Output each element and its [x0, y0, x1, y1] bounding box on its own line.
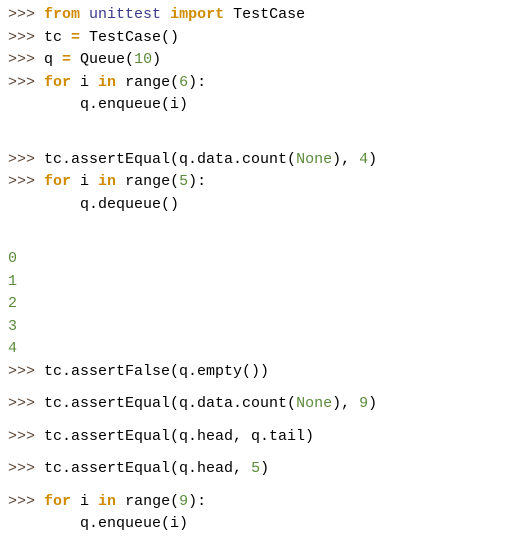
number: 4	[359, 151, 368, 168]
var: i	[71, 493, 98, 510]
repl-prompt: >>>	[8, 493, 44, 510]
repl-prompt: >>>	[8, 395, 44, 412]
code-line-2: >>> tc = TestCase()	[8, 27, 510, 50]
expr: ),	[332, 395, 359, 412]
output-line: 2	[8, 293, 510, 316]
blank-line	[8, 216, 510, 238]
repl-prompt: >>>	[8, 460, 44, 477]
kw-for: for	[44, 74, 71, 91]
number: 6	[179, 74, 188, 91]
expr-lhs: tc	[44, 29, 71, 46]
kw-import: import	[170, 6, 224, 23]
repl-prompt: >>>	[8, 6, 44, 23]
number: 5	[179, 173, 188, 190]
kw-for: for	[44, 173, 71, 190]
close: ):	[188, 173, 206, 190]
repl-prompt: >>>	[8, 74, 44, 91]
expr: ),	[332, 151, 359, 168]
code-line-6: >>> tc.assertEqual(q.data.count(None), 4…	[8, 149, 510, 172]
code-line-11: >>> tc.assertEqual(q.head, q.tail)	[8, 426, 510, 449]
code-line-4: >>> for i in range(6):	[8, 72, 510, 95]
expr: tc.assertEqual(q.data.count(	[44, 395, 296, 412]
code-line-1: >>> from unittest import TestCase	[8, 4, 510, 27]
close: )	[368, 151, 377, 168]
body: q.enqueue(i)	[80, 96, 188, 113]
blank-line	[8, 416, 510, 426]
kw-in: in	[98, 74, 116, 91]
op-assign: =	[71, 29, 80, 46]
code-line-8: q.dequeue()	[8, 194, 510, 217]
space	[224, 6, 233, 23]
expr: tc.assertFalse(q.empty())	[44, 363, 269, 380]
blank-line	[8, 139, 510, 149]
fn-call: range(	[116, 173, 179, 190]
class-name: TestCase	[233, 6, 305, 23]
none-literal: None	[296, 151, 332, 168]
number: 9	[359, 395, 368, 412]
output-line: 1	[8, 271, 510, 294]
blank-line	[8, 481, 510, 491]
blank-line	[8, 448, 510, 458]
code-line-13: >>> for i in range(9):	[8, 491, 510, 514]
number: 5	[251, 460, 260, 477]
code-line-10: >>> tc.assertEqual(q.data.count(None), 9…	[8, 393, 510, 416]
none-literal: None	[296, 395, 332, 412]
blank-line	[8, 238, 510, 248]
kw-in: in	[98, 173, 116, 190]
space	[80, 6, 89, 23]
code-line-9: >>> tc.assertFalse(q.empty())	[8, 361, 510, 384]
expr-rhs: Queue(	[71, 51, 134, 68]
kw-for: for	[44, 493, 71, 510]
body: q.dequeue()	[80, 196, 179, 213]
indent	[8, 96, 80, 113]
space	[161, 6, 170, 23]
repl-prompt: >>>	[8, 51, 44, 68]
paren-close: )	[152, 51, 161, 68]
expr: tc.assertEqual(q.data.count(	[44, 151, 296, 168]
indent	[8, 196, 80, 213]
code-line-5: q.enqueue(i)	[8, 94, 510, 117]
fn-call: range(	[116, 74, 179, 91]
close: )	[260, 460, 269, 477]
output-value: 1	[8, 273, 17, 290]
indent	[8, 515, 80, 532]
code-line-14: q.enqueue(i)	[8, 513, 510, 536]
module-name: unittest	[89, 6, 161, 23]
code-line-7: >>> for i in range(5):	[8, 171, 510, 194]
repl-prompt: >>>	[8, 151, 44, 168]
output-value: 2	[8, 295, 17, 312]
fn-call: range(	[116, 493, 179, 510]
blank-line	[8, 383, 510, 393]
output-value: 3	[8, 318, 17, 335]
repl-prompt: >>>	[8, 173, 44, 190]
code-line-12: >>> tc.assertEqual(q.head, 5)	[8, 458, 510, 481]
repl-prompt: >>>	[8, 29, 44, 46]
number: 10	[134, 51, 152, 68]
close: ):	[188, 74, 206, 91]
blank-line	[8, 117, 510, 139]
output-line: 0	[8, 248, 510, 271]
output-line: 3	[8, 316, 510, 339]
code-line-3: >>> q = Queue(10)	[8, 49, 510, 72]
expr: tc.assertEqual(q.head,	[44, 460, 251, 477]
var: i	[71, 173, 98, 190]
kw-from: from	[44, 6, 80, 23]
body: q.enqueue(i)	[80, 515, 188, 532]
expr: tc.assertEqual(q.head, q.tail)	[44, 428, 314, 445]
repl-prompt: >>>	[8, 363, 44, 380]
expr-lhs: q	[44, 51, 62, 68]
kw-in: in	[98, 493, 116, 510]
var: i	[71, 74, 98, 91]
close: )	[368, 395, 377, 412]
output-line: 4	[8, 338, 510, 361]
expr-rhs: TestCase()	[80, 29, 179, 46]
output-value: 0	[8, 250, 17, 267]
close: ):	[188, 493, 206, 510]
op-assign: =	[62, 51, 71, 68]
repl-prompt: >>>	[8, 428, 44, 445]
number: 9	[179, 493, 188, 510]
output-value: 4	[8, 340, 17, 357]
